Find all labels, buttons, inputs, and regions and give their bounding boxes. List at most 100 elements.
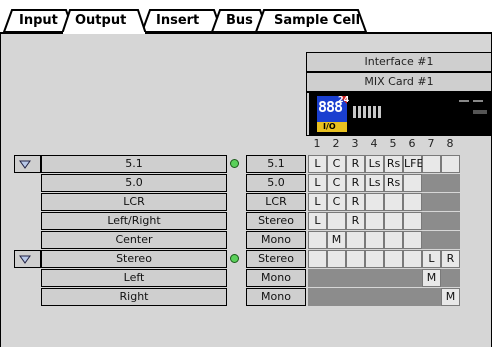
- path-name-button[interactable]: 5.0: [41, 174, 227, 192]
- expand-toggle[interactable]: [14, 155, 41, 173]
- path-name-button[interactable]: LCR: [41, 193, 227, 211]
- channel-assignment-cell[interactable]: L: [422, 250, 441, 268]
- channel-assignment-cell[interactable]: R: [441, 250, 460, 268]
- channel-assignment-cell[interactable]: L: [308, 155, 327, 173]
- path-format-button[interactable]: 5.0: [246, 174, 306, 192]
- path-name-button[interactable]: Left/Right: [41, 212, 227, 230]
- channel-assignment-cell[interactable]: [308, 288, 327, 306]
- channel-assignment-cell[interactable]: [441, 212, 460, 230]
- channel-assignment-cell[interactable]: [441, 269, 460, 287]
- channel-number: 6: [408, 137, 416, 150]
- channel-assignment-cell[interactable]: [384, 193, 403, 211]
- channel-assignment-cell[interactable]: L: [308, 193, 327, 211]
- channel-number: 4: [370, 137, 378, 150]
- channel-assignment-cell[interactable]: Rs: [384, 174, 403, 192]
- channel-assignment-cell[interactable]: [403, 174, 422, 192]
- path-name-button[interactable]: Center: [41, 231, 227, 249]
- channel-assignment-cell[interactable]: C: [327, 155, 346, 173]
- path-format-button[interactable]: Stereo: [246, 212, 306, 230]
- channel-assignment-cell[interactable]: [327, 288, 346, 306]
- channel-assignment-cell[interactable]: [384, 288, 403, 306]
- channel-assignment-cell[interactable]: [441, 174, 460, 192]
- channel-assignment-cell[interactable]: [403, 212, 422, 230]
- channel-assignment-cell[interactable]: [422, 212, 441, 230]
- channel-assignment-cell[interactable]: [346, 231, 365, 249]
- channel-assignment-cell[interactable]: [346, 250, 365, 268]
- path-name-button[interactable]: Left: [41, 269, 227, 287]
- channel-assignment-cell[interactable]: [308, 250, 327, 268]
- tab-input-label: Input: [19, 13, 58, 28]
- channel-assignment-cell[interactable]: [441, 155, 460, 173]
- path-name-button[interactable]: 5.1: [41, 155, 227, 173]
- channel-assignment-cell[interactable]: [327, 269, 346, 287]
- path-format-button[interactable]: LCR: [246, 193, 306, 211]
- channel-assignment-cell[interactable]: L: [308, 212, 327, 230]
- path-active-slot: [228, 212, 244, 230]
- path-active-slot: [228, 231, 244, 249]
- interface-header-label: Interface #1: [364, 55, 434, 68]
- channel-assignment-cell[interactable]: [422, 174, 441, 192]
- channel-assignment-cell[interactable]: [384, 212, 403, 230]
- card-badge-io: I/O: [323, 122, 336, 131]
- path-name-button[interactable]: Stereo: [41, 250, 227, 268]
- channel-assignment-cell[interactable]: [403, 269, 422, 287]
- channel-assignment-cell[interactable]: [346, 269, 365, 287]
- path-format-button[interactable]: Mono: [246, 288, 306, 306]
- channel-assignment-cell[interactable]: [384, 231, 403, 249]
- channel-assignment-cell[interactable]: [422, 288, 441, 306]
- channel-assignment-cell[interactable]: [422, 193, 441, 211]
- channel-assignment-cell[interactable]: [365, 269, 384, 287]
- channel-assignment-cell[interactable]: [365, 288, 384, 306]
- path-format-button[interactable]: Mono: [246, 231, 306, 249]
- channel-assignment-cell[interactable]: [327, 212, 346, 230]
- tab-output[interactable]: Output: [60, 8, 148, 36]
- channel-assignment-cell[interactable]: [422, 231, 441, 249]
- channel-assignment-cell[interactable]: R: [346, 193, 365, 211]
- channel-assignment-cell[interactable]: C: [327, 174, 346, 192]
- path-name-button[interactable]: Right: [41, 288, 227, 306]
- channel-assignment-cell[interactable]: [365, 250, 384, 268]
- channel-assignment-cell[interactable]: [365, 193, 384, 211]
- channel-assignment-cell[interactable]: [365, 212, 384, 230]
- channel-assignment-cell[interactable]: [403, 250, 422, 268]
- channel-assignment-cell[interactable]: [384, 269, 403, 287]
- path-format-button[interactable]: 5.1: [246, 155, 306, 173]
- channel-assignment-cell[interactable]: R: [346, 174, 365, 192]
- channel-assignment-cell[interactable]: [365, 231, 384, 249]
- tab-output-label: Output: [75, 13, 127, 28]
- channel-assignment-cell[interactable]: [441, 231, 460, 249]
- channel-number: 8: [446, 137, 454, 150]
- channel-assignment-cell[interactable]: R: [346, 212, 365, 230]
- path-active-slot[interactable]: [228, 155, 244, 173]
- channel-assignment-cell[interactable]: M: [441, 288, 460, 306]
- channel-assignment-cell[interactable]: Ls: [365, 155, 384, 173]
- channel-assignment-cell[interactable]: [403, 193, 422, 211]
- channel-assignment-cell[interactable]: L: [308, 174, 327, 192]
- channel-assignment-cell[interactable]: M: [327, 231, 346, 249]
- channel-assignment-cell[interactable]: [441, 193, 460, 211]
- channel-assignment-cell[interactable]: Ls: [365, 174, 384, 192]
- channel-assignment-cell[interactable]: [384, 250, 403, 268]
- tab-bar: Input Insert Bus Sample Cell Output: [0, 0, 492, 36]
- path-format-button[interactable]: Stereo: [246, 250, 306, 268]
- channel-assignment-cell[interactable]: [308, 269, 327, 287]
- path-format-button[interactable]: Mono: [246, 269, 306, 287]
- tab-insert-label: Insert: [156, 13, 200, 28]
- channel-assignment-cell[interactable]: [327, 250, 346, 268]
- channel-number: 1: [313, 137, 321, 150]
- channel-assignment-cell[interactable]: [403, 231, 422, 249]
- channel-assignment-cell[interactable]: [308, 231, 327, 249]
- tab-sample-cell[interactable]: Sample Cell: [254, 8, 368, 33]
- channel-assignment-cell[interactable]: M: [422, 269, 441, 287]
- expand-toggle[interactable]: [14, 250, 41, 268]
- channel-assignment-cell[interactable]: [346, 288, 365, 306]
- channel-assignment-cell[interactable]: [422, 155, 441, 173]
- channel-assignment-cell[interactable]: LFE: [403, 155, 423, 173]
- tab-insert[interactable]: Insert: [140, 8, 224, 33]
- channel-number: 5: [389, 137, 397, 150]
- channel-assignment-cell[interactable]: [403, 288, 422, 306]
- channel-assignment-cell[interactable]: R: [346, 155, 365, 173]
- channel-assignment-cell[interactable]: Rs: [384, 155, 403, 173]
- path-active-slot[interactable]: [228, 250, 244, 268]
- channel-assignment-cell[interactable]: C: [327, 193, 346, 211]
